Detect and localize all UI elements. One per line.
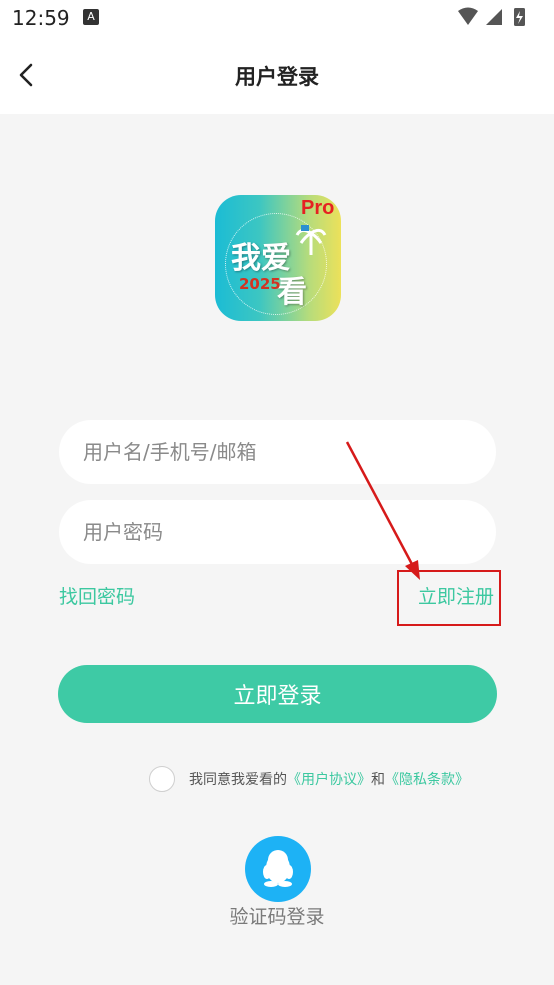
password-field[interactable] xyxy=(59,500,496,564)
login-button[interactable]: 立即登录 xyxy=(58,665,497,723)
privacy-policy-link[interactable]: 《隐私条款》 xyxy=(385,772,469,788)
status-bar: 12:59 A xyxy=(0,0,554,36)
annotation-highlight-box xyxy=(397,570,501,626)
username-input[interactable] xyxy=(81,439,475,465)
agreement-text: 我同意我爱看的《用户协议》和《隐私条款》 xyxy=(189,769,469,789)
logo-pro-text: Pro xyxy=(301,197,335,219)
status-time: 12:59 xyxy=(12,6,70,30)
status-icons xyxy=(458,7,525,26)
code-login-label[interactable]: 验证码登录 xyxy=(0,902,554,929)
palm-tree-icon xyxy=(295,225,327,255)
page-title: 用户登录 xyxy=(235,65,319,89)
forgot-password-link[interactable]: 找回密码 xyxy=(59,582,135,609)
wifi-icon xyxy=(458,7,478,25)
qq-login-button[interactable] xyxy=(245,836,311,902)
password-input[interactable] xyxy=(81,519,475,545)
app-logo: Pro 我爱 看 2025 xyxy=(215,195,341,321)
user-agreement-link[interactable]: 《用户协议》 xyxy=(287,772,371,788)
agreement-and: 和 xyxy=(371,772,385,788)
signal-icon xyxy=(486,9,502,25)
agreement-prefix: 我同意我爱看的 xyxy=(189,772,287,788)
agreement-checkbox[interactable] xyxy=(149,766,175,792)
qq-penguin-icon xyxy=(263,850,293,887)
notification-icon: A xyxy=(83,9,99,25)
agreement-row: 我同意我爱看的《用户协议》和《隐私条款》 xyxy=(149,764,469,794)
username-field[interactable] xyxy=(59,420,496,484)
logo-year: 2025 xyxy=(239,275,281,293)
logo-text-line2: 看 xyxy=(277,275,307,310)
app-header: 用户登录 xyxy=(0,36,554,114)
